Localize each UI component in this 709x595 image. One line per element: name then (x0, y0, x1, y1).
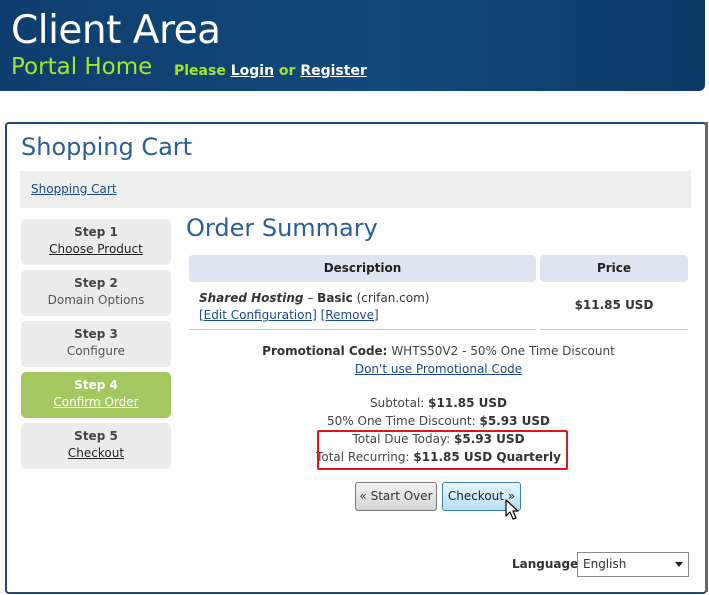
login-prompt: Please Login or Register (174, 62, 367, 80)
totals-highlight-box (317, 430, 568, 470)
item-product-name: Shared Hosting (199, 291, 304, 305)
step-5[interactable]: Step 5 Checkout (21, 423, 171, 469)
step-number: Step 4 (74, 378, 118, 392)
discount-label: 50% One Time Discount: (327, 414, 476, 428)
chevron-down-icon (675, 562, 683, 567)
remove-promo-code-link[interactable]: Don't use Promotional Code (355, 362, 522, 376)
breadcrumb: Shopping Cart (20, 171, 691, 208)
step-2: Step 2 Domain Options (21, 270, 171, 316)
step-number: Step 3 (74, 327, 118, 341)
subtotal-line: Subtotal: $11.85 USD (189, 395, 688, 412)
remove-item-link[interactable]: [Remove] (321, 308, 379, 322)
step-link-choose-product[interactable]: Choose Product (21, 241, 171, 258)
column-header-description: Description (189, 255, 536, 282)
step-number: Step 5 (74, 429, 118, 443)
step-link-confirm-order[interactable]: Confirm Order (21, 394, 171, 411)
order-summary-title: Order Summary (186, 214, 378, 242)
or-text: or (278, 63, 296, 79)
discount-line: 50% One Time Discount: $5.93 USD (189, 413, 688, 430)
site-header: Client Area Portal Home Please Login or … (0, 0, 705, 91)
language-label: Language: (512, 557, 584, 571)
item-domain: (crifan.com) (352, 291, 430, 305)
step-1[interactable]: Step 1 Choose Product (21, 219, 171, 265)
promo-code-line: Promotional Code: WHTS50V2 - 50% One Tim… (189, 343, 688, 360)
register-link[interactable]: Register (300, 63, 367, 79)
edit-configuration-link[interactable]: [Edit Configuration] (199, 308, 317, 322)
portal-home-link[interactable]: Portal Home (11, 53, 152, 81)
please-text: Please (174, 63, 226, 79)
mouse-cursor-icon (505, 499, 519, 520)
panel-shadow (705, 122, 708, 592)
order-item-description: Shared Hosting – Basic (crifan.com) [Edi… (199, 290, 429, 324)
login-link[interactable]: Login (231, 63, 274, 79)
start-over-button[interactable]: « Start Over (355, 482, 437, 511)
item-plan: Basic (317, 291, 353, 305)
subtotal-label: Subtotal: (370, 396, 425, 410)
step-4-active[interactable]: Step 4 Confirm Order (21, 372, 171, 418)
discount-value: $5.93 USD (479, 414, 550, 428)
order-item-price: $11.85 USD (574, 298, 654, 312)
step-label-domain-options: Domain Options (47, 293, 145, 307)
subtotal-value: $11.85 USD (428, 396, 507, 410)
step-number: Step 2 (74, 276, 118, 290)
item-dash: – (303, 291, 318, 305)
step-3: Step 3 Configure (21, 321, 171, 367)
step-link-checkout[interactable]: Checkout (21, 445, 171, 462)
promo-remove-line: Don't use Promotional Code (189, 361, 688, 378)
breadcrumb-shopping-cart[interactable]: Shopping Cart (31, 182, 117, 196)
site-title: Client Area (11, 8, 221, 53)
page-title: Shopping Cart (21, 133, 193, 161)
row-divider (189, 329, 536, 330)
step-number: Step 1 (74, 225, 118, 239)
promo-code-value: WHTS50V2 - 50% One Time Discount (391, 344, 615, 358)
language-select[interactable]: English (577, 552, 689, 577)
row-divider (540, 329, 688, 330)
language-selected-value: English (583, 557, 627, 571)
column-header-price: Price (540, 255, 688, 282)
promo-code-label: Promotional Code: (262, 344, 388, 358)
step-label-configure: Configure (66, 344, 126, 358)
